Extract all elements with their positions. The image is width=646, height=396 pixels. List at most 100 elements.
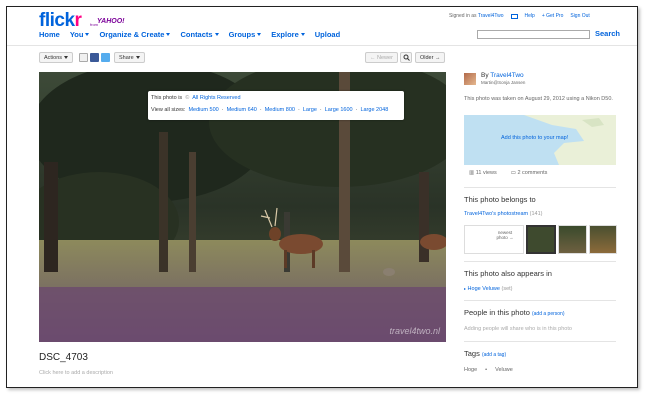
nav-label: Groups bbox=[228, 30, 256, 39]
older-button[interactable]: Older → bbox=[415, 52, 446, 63]
size-link-large[interactable]: Large bbox=[303, 106, 317, 115]
add-tag-link[interactable]: (add a tag) bbox=[482, 352, 506, 358]
divider bbox=[464, 300, 616, 301]
nav-groups[interactable]: Groups bbox=[229, 30, 262, 39]
signed-in-info: Signed in as Travel4Two bbox=[449, 13, 504, 19]
share-button[interactable]: Share bbox=[114, 52, 145, 63]
views-label: 11 views bbox=[475, 170, 497, 176]
size-link-medium-640[interactable]: Medium 640 bbox=[227, 106, 257, 115]
nav-label: Upload bbox=[314, 30, 341, 39]
owner-link[interactable]: Travel4Two bbox=[490, 72, 523, 79]
divider bbox=[464, 261, 616, 262]
chevron-down-icon bbox=[214, 33, 219, 36]
people-heading: People in this photo (add a person) bbox=[464, 308, 565, 317]
chevron-down-icon bbox=[257, 33, 262, 36]
photo-stats: ▥ 11 views ▭ 2 comments bbox=[469, 170, 547, 176]
tags-heading: Tags (add a tag) bbox=[464, 349, 506, 358]
views-count: ▥ 11 views bbox=[469, 170, 497, 176]
signed-in-label: Signed in as bbox=[449, 13, 477, 19]
belongs-heading: This photo belongs to bbox=[464, 195, 536, 204]
newer-label: ← Newer bbox=[370, 54, 393, 61]
photo-description[interactable]: Click here to add a description bbox=[39, 370, 113, 376]
chevron-down-icon bbox=[135, 56, 140, 59]
get-pro-link[interactable]: + Get Pro bbox=[542, 13, 564, 19]
photostream-thumb[interactable] bbox=[558, 225, 587, 254]
views-icon: ▥ bbox=[469, 170, 475, 176]
email-icon[interactable] bbox=[79, 53, 88, 62]
header-divider bbox=[7, 45, 637, 46]
newer-button[interactable]: ← Newer bbox=[365, 52, 398, 63]
nav-organize[interactable]: Organize & Create bbox=[99, 30, 171, 39]
yahoo-logo: YAHOO! bbox=[97, 18, 125, 25]
chevron-down-icon bbox=[300, 33, 305, 36]
tag-item[interactable]: Hoge bbox=[464, 367, 477, 373]
main-nav: Home You Organize & Create Contacts Grou… bbox=[39, 30, 340, 39]
magnifier-icon bbox=[403, 54, 410, 61]
photo-watermark: travel4two.nl bbox=[389, 326, 440, 336]
account-user-link[interactable]: Travel4Two bbox=[478, 13, 504, 19]
photo-map[interactable]: Add this photo to your map! bbox=[464, 115, 616, 165]
nav-label: Explore bbox=[271, 30, 299, 39]
actions-button[interactable]: Actions bbox=[39, 52, 74, 63]
actions-label: Actions bbox=[44, 54, 63, 61]
nav-label: You bbox=[69, 30, 84, 39]
nav-contacts[interactable]: Contacts bbox=[180, 30, 219, 39]
sign-out-link[interactable]: Sign Out bbox=[570, 13, 589, 19]
chevron-down-icon bbox=[166, 33, 171, 36]
search-input[interactable] bbox=[477, 30, 590, 39]
comments-count[interactable]: ▭ 2 comments bbox=[511, 170, 548, 176]
owner-attribution: Martin@Sonja Jansen bbox=[481, 80, 526, 85]
photostream-count: (141) bbox=[529, 211, 543, 217]
avatar[interactable] bbox=[464, 73, 476, 85]
rights-link[interactable]: All Rights Reserved bbox=[192, 94, 240, 103]
flickr-logo[interactable]: flickr bbox=[39, 10, 82, 31]
set-suffix: (set) bbox=[501, 286, 513, 292]
tag-item[interactable]: Veluwe bbox=[495, 367, 513, 373]
nav-label: Home bbox=[39, 30, 60, 39]
sizes-row: View all sizes: Medium 500 · Medium 640 · … bbox=[151, 106, 389, 115]
twitter-icon[interactable] bbox=[101, 53, 110, 62]
chevron-down-icon bbox=[64, 56, 69, 59]
nav-home[interactable]: Home bbox=[39, 30, 60, 39]
copyright-icon: © bbox=[185, 95, 190, 101]
logo-text-r: r bbox=[74, 10, 82, 31]
mail-icon[interactable] bbox=[510, 13, 518, 19]
comments-label: 2 comments bbox=[517, 170, 548, 176]
license-prefix: This photo is bbox=[151, 95, 183, 101]
size-link-large-1600[interactable]: Large 1600 bbox=[325, 106, 353, 115]
facebook-icon[interactable] bbox=[90, 53, 99, 62]
divider bbox=[464, 341, 616, 342]
nav-label: Contacts bbox=[180, 30, 213, 39]
photostream-link[interactable]: Travel4Two's photostream bbox=[464, 211, 528, 217]
nav-upload[interactable]: Upload bbox=[315, 30, 340, 39]
people-heading-label: People in this photo bbox=[464, 308, 530, 317]
photostream-thumb[interactable] bbox=[589, 225, 617, 254]
zoom-button[interactable] bbox=[400, 52, 412, 63]
set-link[interactable]: Hoge Veluwe bbox=[468, 286, 500, 292]
nav-label: Organize & Create bbox=[99, 30, 165, 39]
set-line: ▸ Hoge Veluwe (set) bbox=[464, 286, 513, 292]
chevron-down-icon bbox=[85, 33, 90, 36]
taken-info: This photo was taken on August 29, 2012 … bbox=[464, 96, 613, 102]
photo-title[interactable]: DSC_4703 bbox=[39, 352, 88, 363]
nav-explore[interactable]: Explore bbox=[271, 30, 305, 39]
add-person-link[interactable]: (add a person) bbox=[532, 311, 565, 317]
size-link-large-2048[interactable]: Large 2048 bbox=[360, 106, 388, 115]
photostream-thumb-current[interactable] bbox=[526, 225, 556, 254]
add-to-map-link[interactable]: Add this photo to your map! bbox=[501, 135, 568, 141]
older-label: Older → bbox=[420, 54, 441, 61]
size-link-medium-500[interactable]: Medium 500 bbox=[188, 106, 218, 115]
tags-heading-label: Tags bbox=[464, 349, 480, 358]
arrow-right-icon: ▸ bbox=[464, 286, 467, 291]
by-label: By bbox=[481, 72, 491, 79]
size-link-medium-800[interactable]: Medium 800 bbox=[265, 106, 295, 115]
help-link[interactable]: Help bbox=[525, 13, 535, 19]
people-hint: Adding people will share who is in this … bbox=[464, 326, 572, 332]
nav-you[interactable]: You bbox=[70, 30, 90, 39]
account-bar: Signed in as Travel4Two Help + Get Pro S… bbox=[449, 13, 590, 19]
tag-separator: • bbox=[485, 367, 488, 373]
newest-photo-slot[interactable] bbox=[464, 225, 524, 254]
share-label: Share bbox=[119, 54, 134, 61]
search-button[interactable]: Search bbox=[595, 29, 620, 38]
browser-window: flickr from YAHOO! Home You Organize & C… bbox=[6, 6, 638, 388]
